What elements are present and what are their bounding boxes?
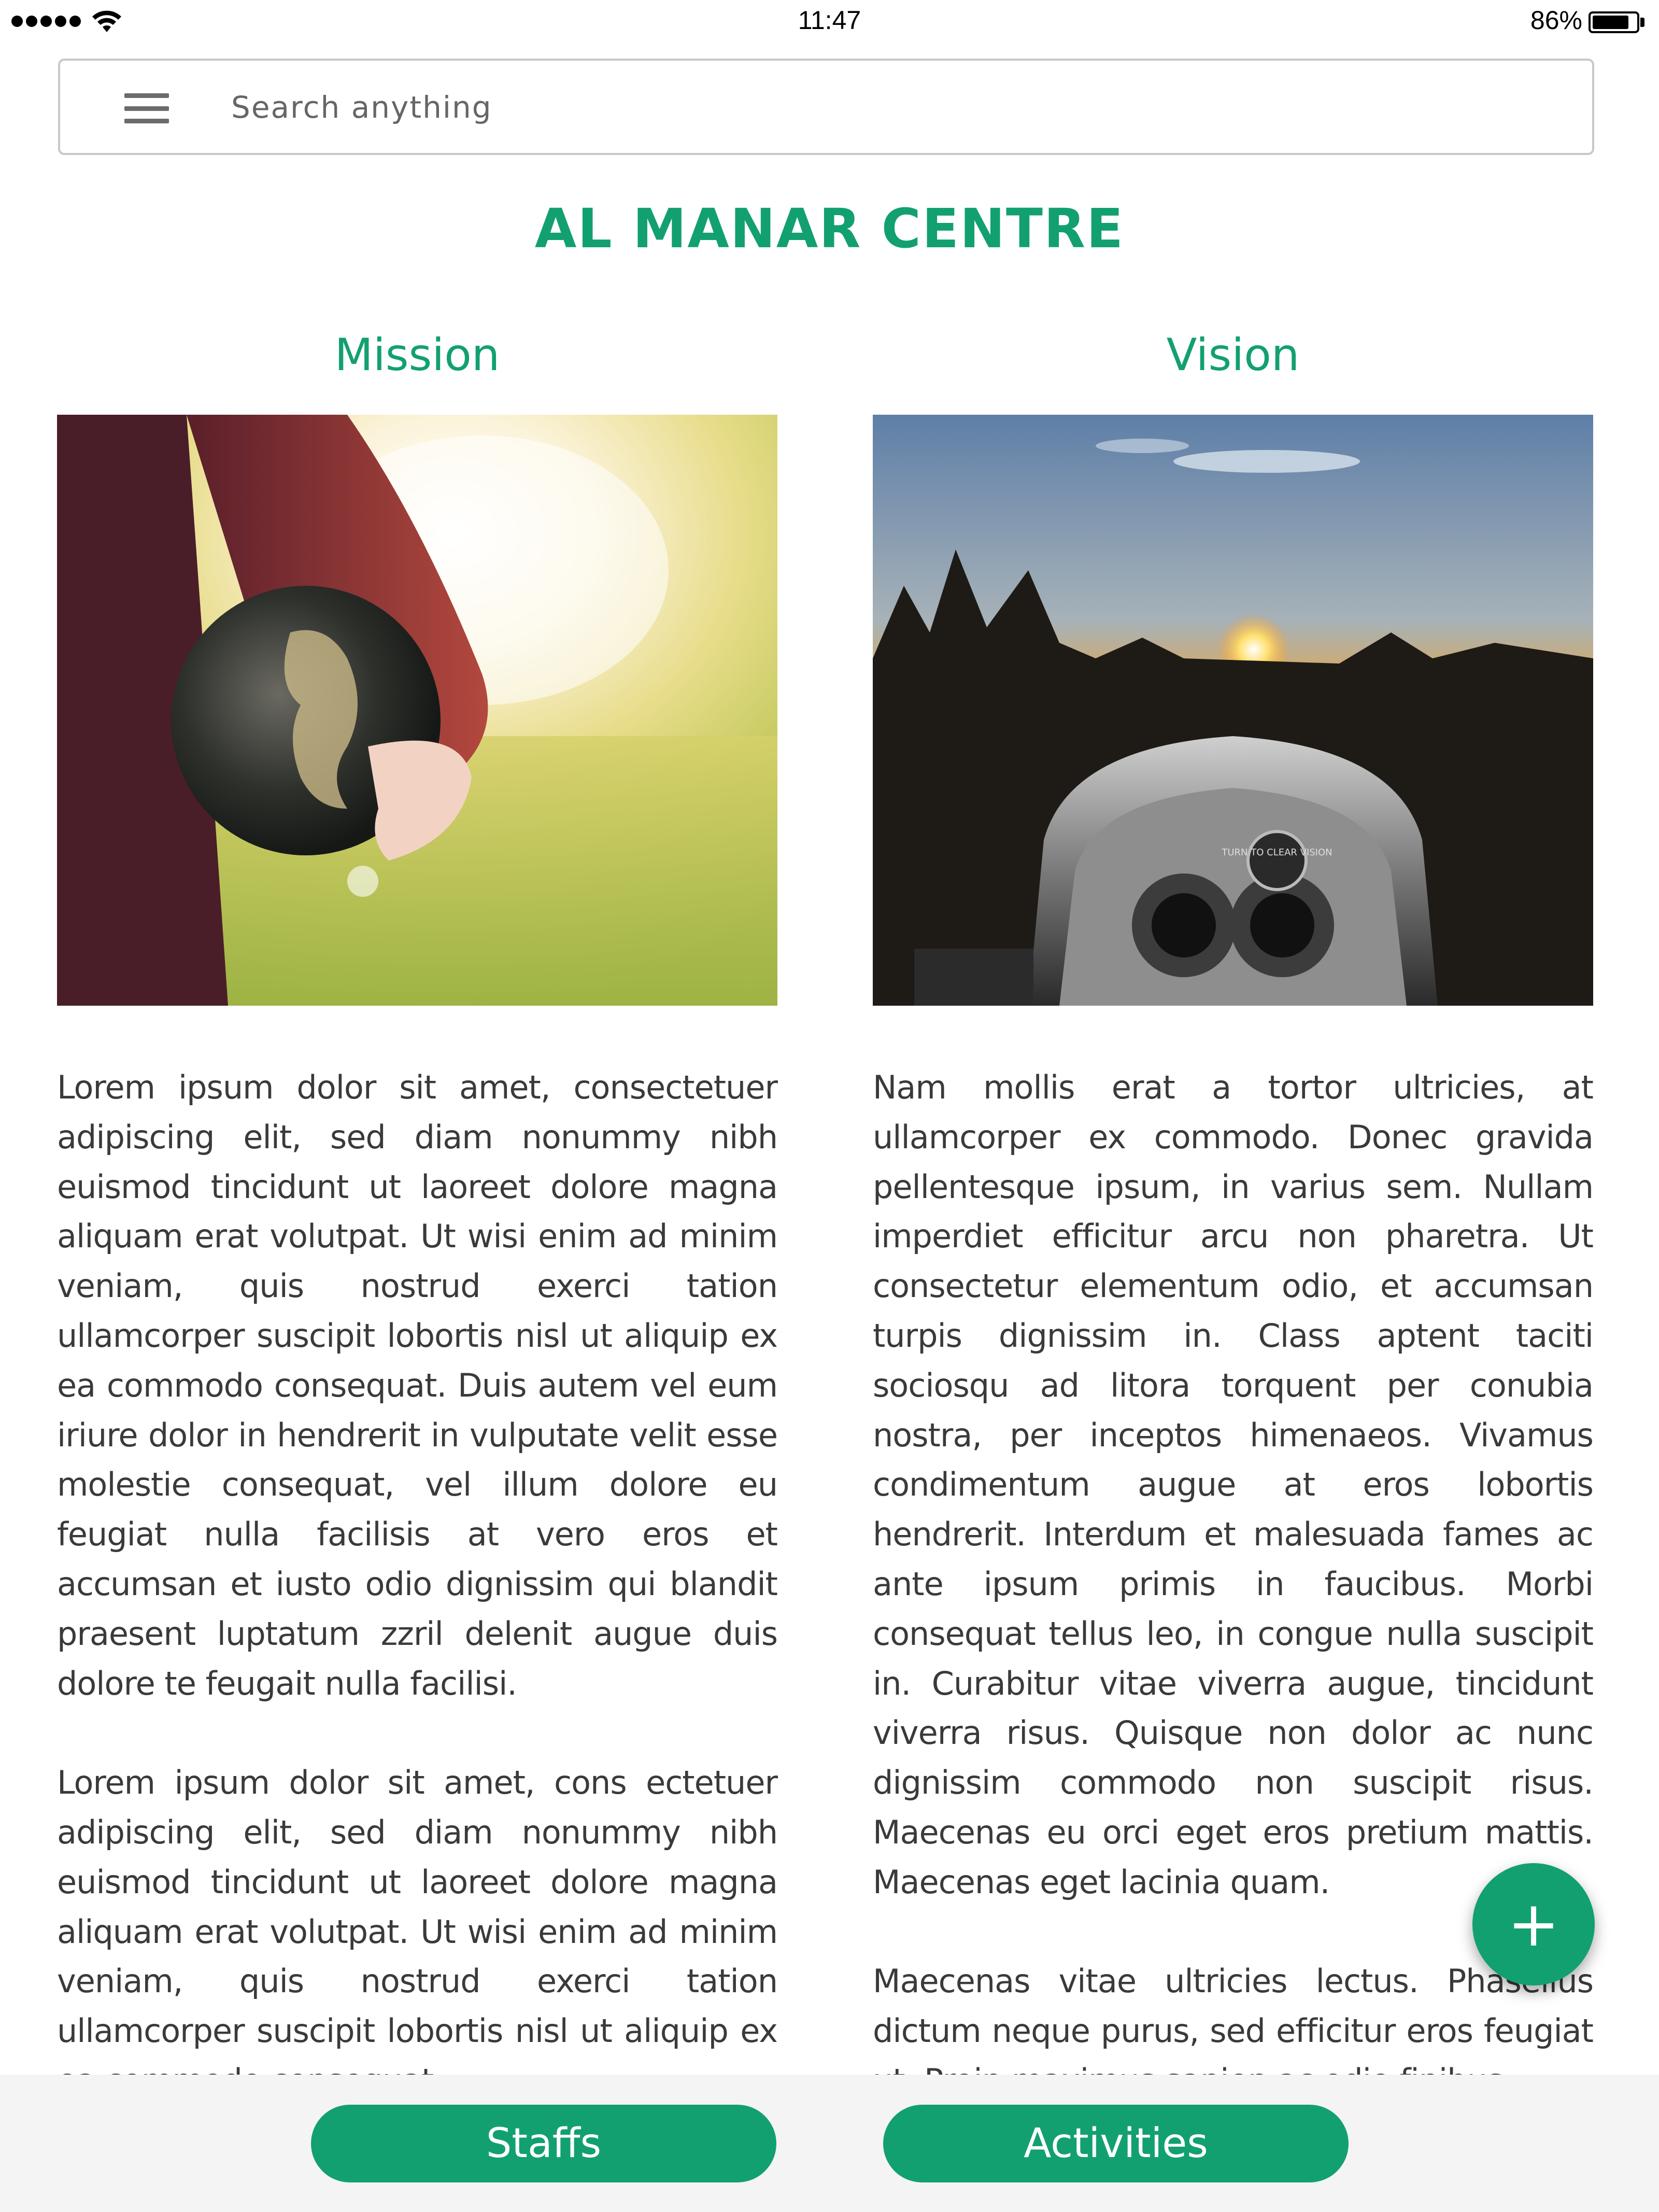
mission-paragraph: Lorem ipsum dolor sit amet, cons ectetue… (57, 1764, 778, 2100)
vision-column: Vision TURN TO CLEAR VISION Nam mollis e… (873, 321, 1594, 2100)
battery-percent: 86% (1530, 6, 1582, 35)
vision-paragraph: Nam mollis erat a tortor ultricies, at u… (873, 1068, 1594, 1901)
add-button[interactable]: + (1472, 1863, 1595, 1985)
binocular-label: TURN TO CLEAR VISION (1221, 847, 1332, 858)
battery-icon (1589, 11, 1639, 33)
staffs-button[interactable]: Staffs (311, 2105, 776, 2182)
activities-button[interactable]: Activities (883, 2105, 1349, 2182)
bottom-bar: Staffs Activities (0, 2075, 1659, 2212)
page-title: AL MANAR CENTRE (534, 197, 1125, 260)
battery-cap (1640, 18, 1644, 27)
hamburger-menu-icon[interactable] (124, 93, 169, 123)
vision-text: Nam mollis erat a tortor ultricies, at u… (873, 1063, 1594, 2155)
mission-column: Mission Lorem ipsum dolor sit amet, cons… (57, 321, 778, 2100)
mission-text: Lorem ipsum dolor sit amet, consectetuer… (57, 1063, 778, 2155)
vision-heading: Vision (1166, 329, 1300, 381)
plus-icon: + (1507, 1888, 1560, 1961)
status-time: 11:47 (798, 6, 861, 35)
search-input[interactable] (231, 81, 1558, 133)
search-bar (58, 59, 1594, 155)
mission-photo (57, 415, 777, 1006)
mission-paragraph: Lorem ipsum dolor sit amet, consectetuer… (57, 1068, 778, 1702)
mission-heading: Mission (334, 329, 500, 381)
vision-photo: TURN TO CLEAR VISION (873, 415, 1593, 1006)
status-bar: 11:47 86% (0, 0, 1659, 44)
